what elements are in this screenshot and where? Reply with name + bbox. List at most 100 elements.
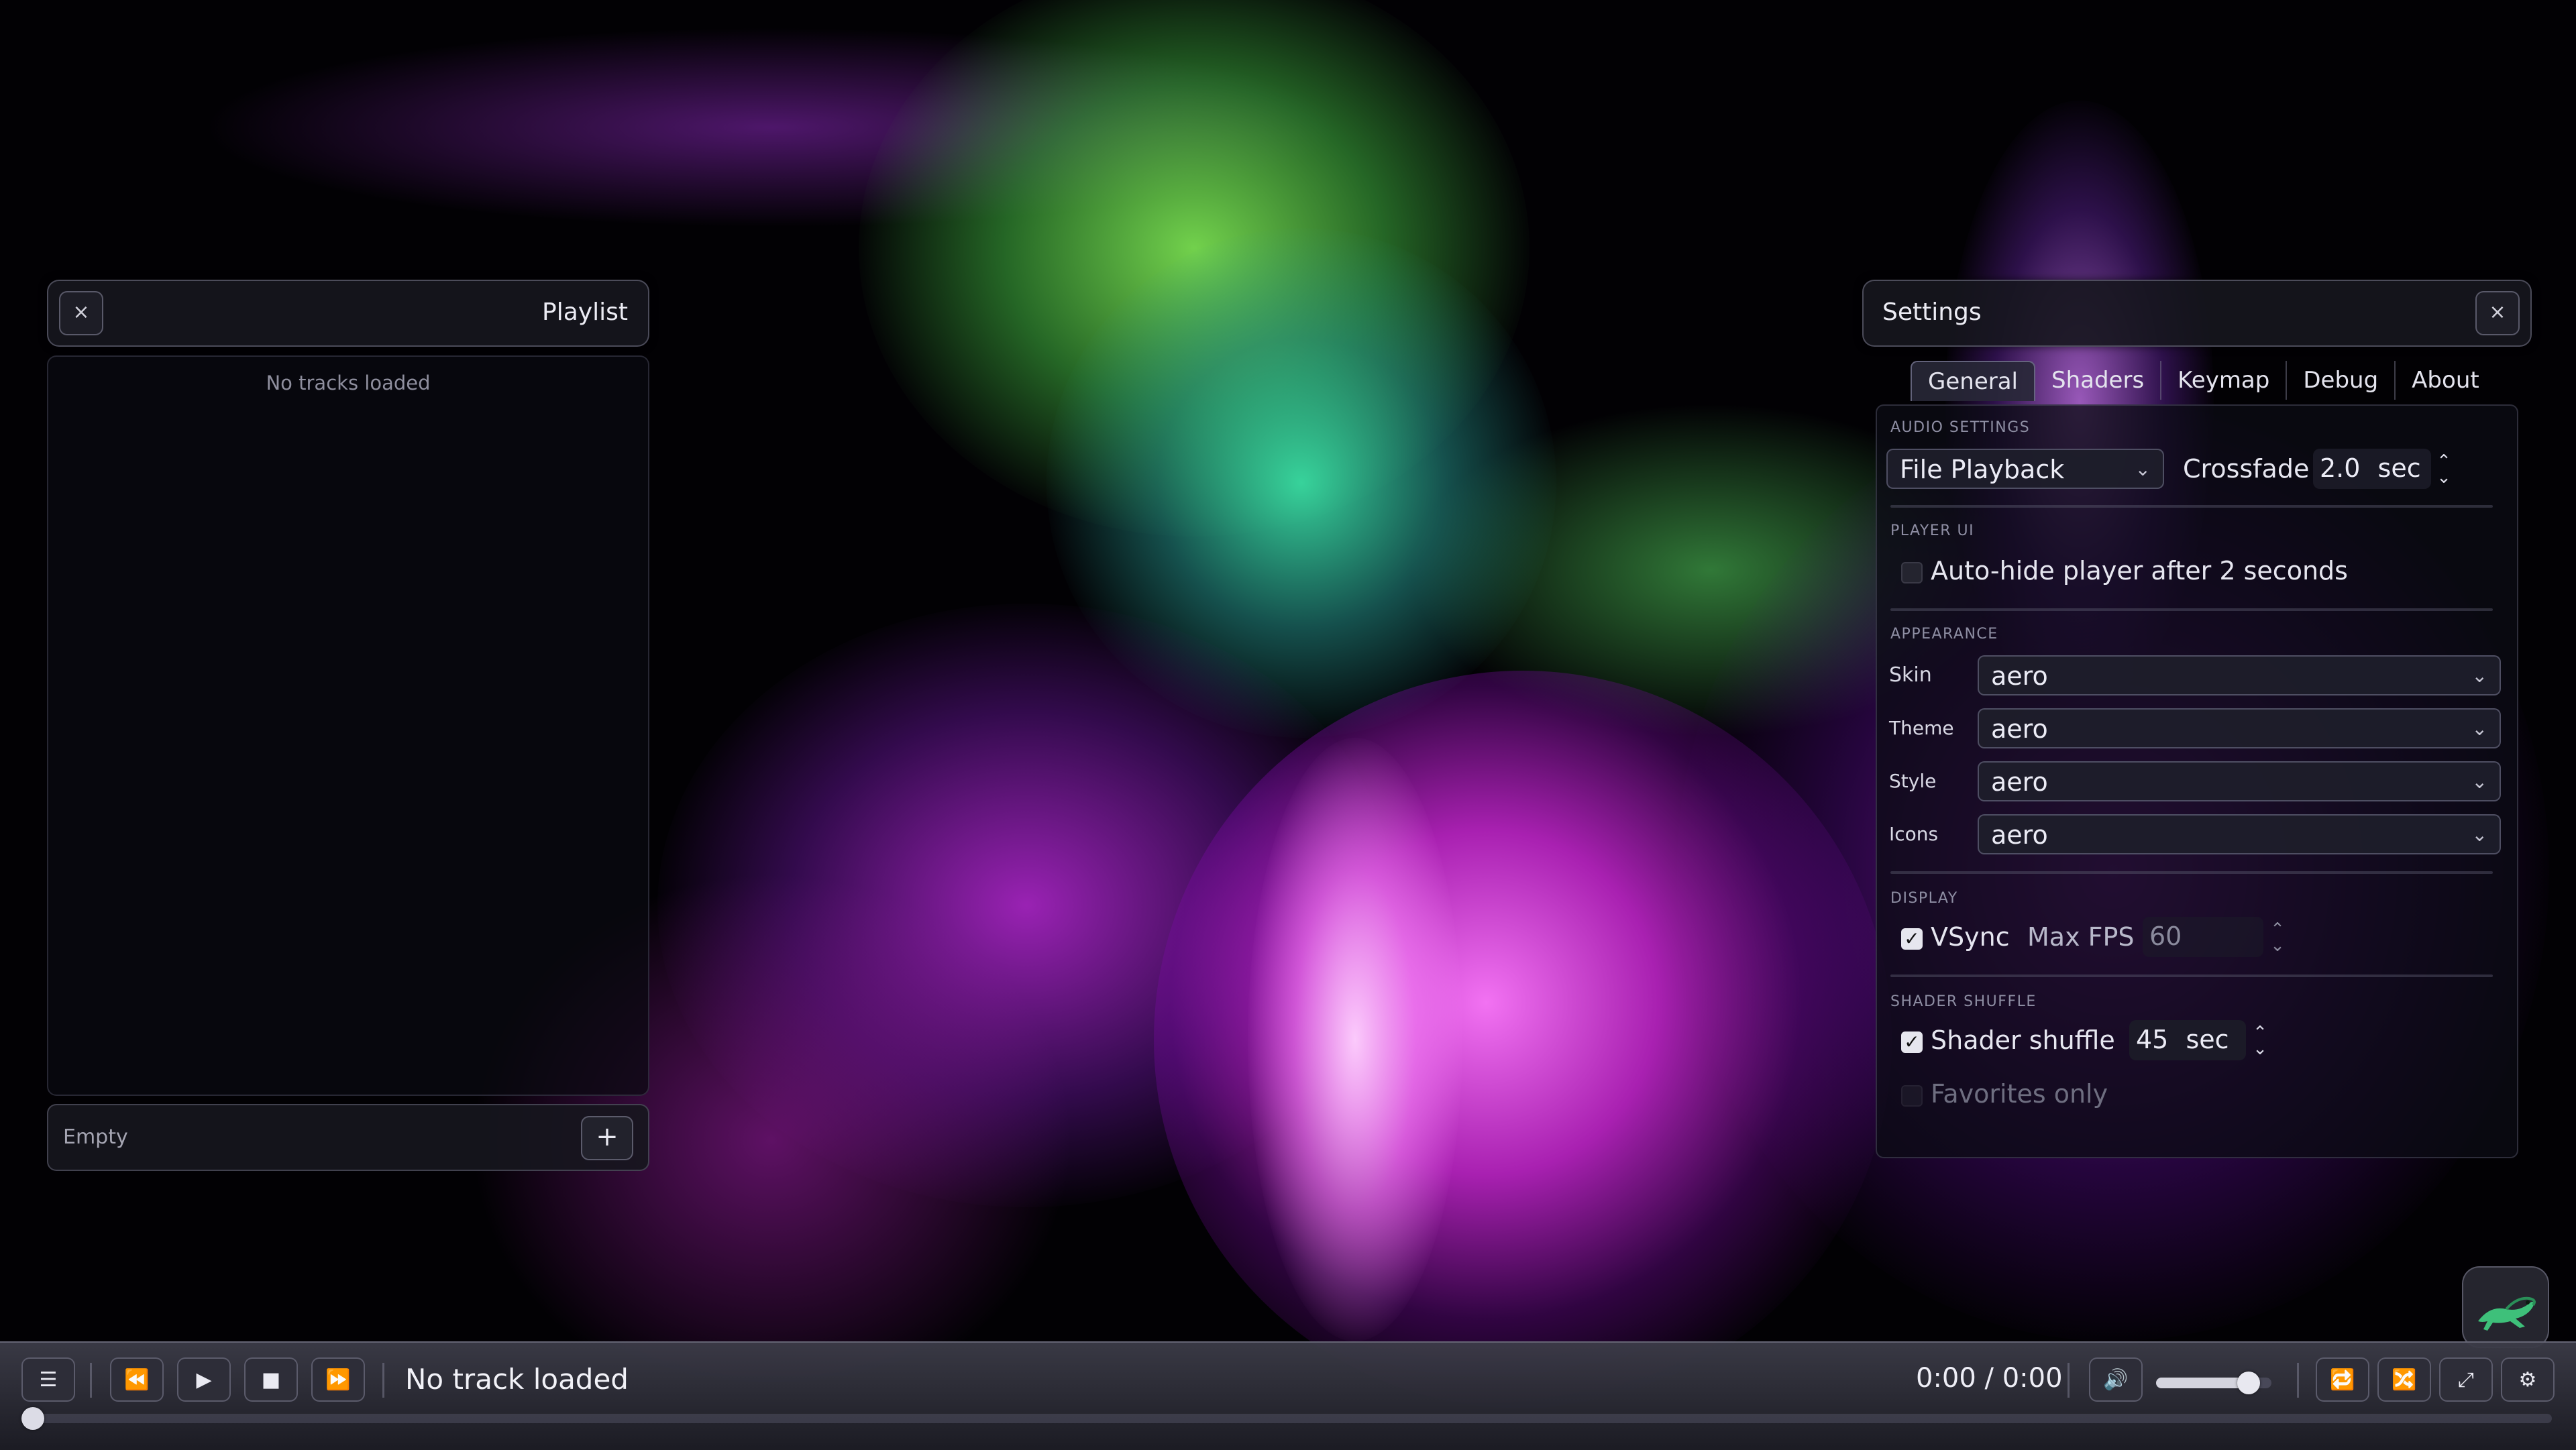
crossfade-value: 2.0 [2320,453,2361,483]
fullscreen-button[interactable]: ⤢ [2439,1357,2493,1402]
tab-debug[interactable]: Debug [2287,361,2396,400]
shader-shuffle-checkbox[interactable]: ✓ [1901,1031,1923,1053]
crossfade-unit: sec [2377,453,2421,483]
maxfps-decrement-icon[interactable]: ⌄ [2267,937,2288,954]
tab-keymap[interactable]: Keymap [2161,361,2288,400]
previous-button[interactable]: ⏪ [110,1357,164,1402]
mascot-logo-button[interactable] [2462,1266,2549,1348]
separator [2297,1363,2299,1398]
stop-button[interactable]: ■ [244,1357,298,1402]
shuffle-decrement-icon[interactable]: ⌄ [2250,1040,2270,1058]
theme-value: aero [1991,714,2048,744]
theme-label: Theme [1889,717,1954,739]
chevron-down-icon: ⌄ [2471,665,2487,687]
expand-icon: ⤢ [2458,1368,2474,1392]
vsync-checkbox[interactable]: ✓ [1901,928,1923,950]
volume-fill [2156,1378,2249,1388]
shader-shuffle-label: Shader shuffle [1931,1025,2115,1055]
crossfade-decrement-icon[interactable]: ⌄ [2434,469,2454,486]
settings-general-page: AUDIO SETTINGS File Playback ⌄ Crossfade… [1876,404,2518,1158]
separator [90,1363,92,1398]
autohide-checkbox[interactable] [1901,562,1923,583]
play-button[interactable]: ▶ [177,1357,231,1402]
shuffle-interval-value: 45 [2136,1025,2169,1054]
icons-label: Icons [1889,823,1939,845]
maxfps-value: 60 [2149,922,2182,951]
playlist-header: × Playlist [47,280,649,347]
divider [1890,974,2493,977]
list-icon: ☰ [39,1368,58,1392]
gear-icon: ⚙ [2518,1368,2537,1392]
next-button[interactable]: ⏩ [311,1357,365,1402]
maxfps-input[interactable]: 60 [2143,917,2263,957]
skin-select[interactable]: aero ⌄ [1978,655,2501,695]
playlist-footer: Empty + [47,1104,649,1171]
playlist-title: Playlist [542,298,628,326]
time-display: 0:00 / 0:00 [1916,1363,2063,1394]
divider [1890,871,2493,874]
player-bar: ☰ ⏪ ▶ ■ ⏩ No track loaded 0:00 / 0:00 🔊 … [0,1341,2576,1450]
settings-header: Settings × [1862,280,2532,347]
speaker-icon: 🔊 [2103,1368,2129,1392]
volume-slider[interactable] [2156,1372,2271,1394]
chevron-down-icon: ⌄ [2471,824,2487,846]
lizard-icon [2478,1296,2536,1331]
vsync-label: VSync [1931,922,2010,952]
crossfade-label: Crossfade [2183,454,2310,484]
section-player-ui: PLAYER UI [1890,522,1975,539]
settings-tabs: General Shaders Keymap Debug About [1911,361,2496,402]
shuffle-interval-unit: sec [2186,1025,2229,1054]
audio-source-select[interactable]: File Playback ⌄ [1886,449,2164,489]
playlist-list[interactable]: No tracks loaded [47,355,649,1096]
track-title: No track loaded [405,1363,629,1396]
tab-general[interactable]: General [1911,361,2035,401]
seek-handle[interactable] [21,1407,44,1430]
skin-label: Skin [1889,663,1932,687]
fast-forward-icon: ⏩ [325,1368,351,1392]
volume-handle[interactable] [2237,1372,2260,1394]
style-select[interactable]: aero ⌄ [1978,761,2501,801]
shuffle-button[interactable]: 🔀 [2377,1357,2431,1402]
settings-button[interactable]: ⚙ [2501,1357,2555,1402]
audio-source-value: File Playback [1900,455,2065,484]
settings-close-button[interactable]: × [2475,291,2520,335]
shuffle-interval-input[interactable]: 45 sec [2129,1020,2246,1060]
icons-value: aero [1991,820,2048,850]
repeat-icon: 🔁 [2330,1368,2355,1392]
autohide-label: Auto-hide player after 2 seconds [1931,556,2348,585]
style-label: Style [1889,770,1937,792]
chevron-down-icon: ⌄ [2135,458,2151,480]
playlist-empty-message: No tracks loaded [266,372,431,394]
chevron-down-icon: ⌄ [2471,718,2487,740]
maxfps-label: Max FPS [2027,922,2135,952]
section-display: DISPLAY [1890,890,1958,907]
section-shader-shuffle: SHADER SHUFFLE [1890,993,2037,1010]
playlist-toggle-button[interactable]: ☰ [21,1357,75,1402]
icons-select[interactable]: aero ⌄ [1978,814,2501,854]
divider [1890,505,2493,508]
play-icon: ▶ [196,1368,212,1392]
favorites-only-checkbox[interactable] [1901,1085,1923,1107]
repeat-button[interactable]: 🔁 [2316,1357,2369,1402]
style-value: aero [1991,767,2048,797]
mute-button[interactable]: 🔊 [2089,1357,2143,1402]
chevron-down-icon: ⌄ [2471,771,2487,793]
skin-value: aero [1991,661,2048,691]
section-audio-settings: AUDIO SETTINGS [1890,419,2031,436]
crossfade-input[interactable]: 2.0 sec [2313,449,2431,489]
tab-about[interactable]: About [2396,361,2496,400]
divider [1890,608,2493,611]
theme-select[interactable]: aero ⌄ [1978,708,2501,748]
separator [2068,1363,2070,1398]
add-track-button[interactable]: + [581,1116,633,1160]
section-appearance: APPEARANCE [1890,626,1998,643]
seek-bar[interactable] [21,1407,2552,1430]
favorites-only-label: Favorites only [1931,1079,2108,1109]
playlist-close-button[interactable]: × [59,291,103,335]
separator [382,1363,384,1398]
stop-icon: ■ [261,1368,281,1392]
settings-title: Settings [1882,298,1982,326]
tab-shaders[interactable]: Shaders [2035,361,2162,400]
rewind-icon: ⏪ [124,1368,150,1392]
playlist-status: Empty [63,1125,128,1149]
